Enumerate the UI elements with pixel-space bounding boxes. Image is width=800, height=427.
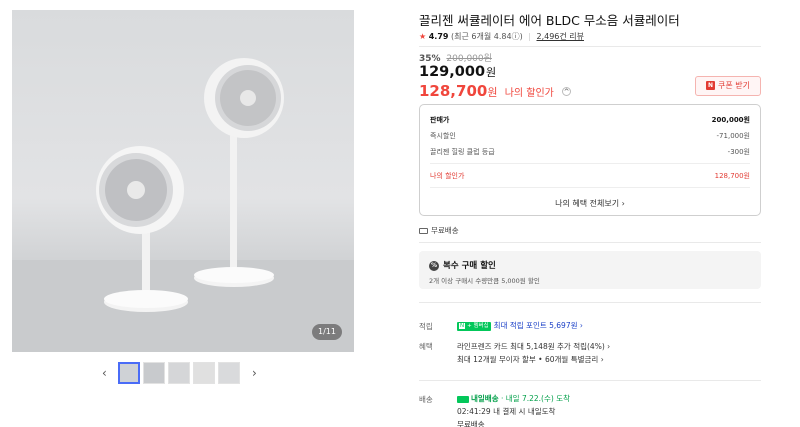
breakdown-final-label: 나의 할인가: [430, 172, 465, 180]
divider: [430, 163, 750, 164]
breakdown-label: 즉시할인: [430, 132, 456, 140]
benefit-card-link[interactable]: 라인프렌즈 카드 최대 5,148원 추가 적립(4%) ›: [457, 341, 610, 352]
breakdown-value: -300원: [727, 148, 750, 156]
breakdown-value: 200,000원: [711, 116, 750, 124]
multi-purchase-desc: 2개 이상 구매시 수량만큼 5,000원 할인: [429, 277, 540, 285]
tomorrow-label: 내일배송: [471, 394, 499, 403]
shipping-deadline: 02:41:29 내 결제 시 내일도착: [457, 407, 556, 416]
divider: [430, 187, 750, 188]
thumb-next-icon[interactable]: ›: [252, 366, 257, 380]
points-label: 적립: [419, 322, 433, 331]
npay-membership-badge: N + 멤버십: [457, 321, 491, 331]
divider: [419, 242, 761, 243]
percent-icon: %: [429, 260, 439, 271]
breakdown-row: 판매가 200,000원: [430, 115, 750, 125]
coupon-label: 쿠폰 받기: [718, 81, 750, 90]
main-product-image[interactable]: 1/11: [12, 10, 354, 352]
chevron-up-icon[interactable]: ^: [562, 87, 572, 96]
discount-line: 35% 200,000원: [419, 51, 492, 64]
divider: [419, 46, 761, 47]
multi-purchase-title: % 복수 구매 할인: [429, 259, 496, 271]
multi-purchase-title-text: 복수 구매 할인: [443, 261, 496, 271]
rating-recent[interactable]: (최근 6개월 4.84ⓘ): [451, 32, 523, 41]
my-price-label: 나의 할인가: [504, 88, 554, 99]
breakdown-final-value: 128,700원: [714, 172, 750, 180]
truck-icon: [457, 395, 469, 403]
max-points-link[interactable]: 최대 적립 포인트 5,697원 ›: [494, 321, 583, 330]
sale-price-unit: 원: [486, 66, 497, 79]
my-discount-price: 128,700원 나의 할인가 ^: [419, 82, 572, 100]
star-icon: ★: [419, 32, 427, 41]
shipping-tomorrow[interactable]: 내일배송 · 내일 7.22.(수) 도착: [457, 393, 570, 404]
rating-separator: |: [528, 32, 531, 41]
original-price: 200,000원: [446, 54, 492, 64]
naver-n-icon: N: [459, 322, 466, 329]
sale-price: 129,000원: [419, 64, 496, 80]
thumbnail[interactable]: [168, 362, 190, 384]
delivery-label: 무료배송: [431, 226, 459, 235]
my-price-unit: 원: [487, 86, 498, 99]
product-photo-fans: [12, 58, 354, 352]
review-count-link[interactable]: 2,496건 리뷰: [536, 32, 584, 41]
tomorrow-date: · 내일 7.22.(수) 도착: [501, 394, 570, 403]
benefit-installment-link[interactable]: 최대 12개월 무이자 할부 • 60개월 특별금리 ›: [457, 354, 604, 365]
breakdown-value: -71,000원: [716, 132, 750, 140]
truck-icon: [419, 228, 428, 234]
sale-price-value: 129,000: [419, 64, 486, 80]
thumbnail[interactable]: [118, 362, 140, 384]
thumbnail-strip: ‹ ›: [100, 360, 270, 388]
free-delivery: 무료배송: [419, 225, 459, 236]
rating-line: ★ 4.79 (최근 6개월 4.84ⓘ) | 2,496건 리뷰: [419, 31, 584, 42]
price-breakdown-box: 판매가 200,000원 즉시할인 -71,000원 끌리젠 힐링 클럽 등급 …: [419, 104, 761, 216]
thumbnail[interactable]: [143, 362, 165, 384]
tomorrow-delivery-badge: 내일배송: [457, 393, 499, 404]
breakdown-final-row: 나의 할인가 128,700원: [430, 171, 750, 181]
breakdown-label: 판매가: [430, 116, 450, 124]
benefits-label: 혜택: [419, 342, 433, 351]
all-benefits-link[interactable]: 나의 혜택 전체보기 ›: [420, 198, 760, 209]
points-value: N + 멤버십 최대 적립 포인트 5,697원 ›: [457, 320, 583, 331]
thumb-prev-icon[interactable]: ‹: [102, 366, 107, 380]
discount-rate: 35%: [419, 54, 441, 64]
image-counter: 1/11: [312, 324, 342, 340]
my-price-value: 128,700: [419, 82, 488, 100]
thumbnail[interactable]: [218, 362, 240, 384]
thumbnail[interactable]: [193, 362, 215, 384]
naver-n-icon: N: [706, 81, 715, 90]
shipping-free: 무료배송: [457, 420, 485, 427]
rating-score: 4.79: [428, 32, 449, 41]
divider: [419, 380, 761, 381]
shipping-label: 배송: [419, 395, 433, 404]
divider: [419, 302, 761, 303]
breakdown-label: 끌리젠 힐링 클럽 등급: [430, 148, 495, 156]
breakdown-row: 즉시할인 -71,000원: [430, 131, 750, 141]
coupon-button[interactable]: N 쿠폰 받기: [695, 76, 761, 96]
product-title: 끌리젠 써큘레이터 에어 BLDC 무소음 서큘레이터: [419, 13, 680, 28]
breakdown-row: 끌리젠 힐링 클럽 등급 -300원: [430, 147, 750, 157]
membership-badge-text: + 멤버십: [467, 322, 489, 329]
multi-purchase-box: % 복수 구매 할인 2개 이상 구매시 수량만큼 5,000원 할인: [419, 251, 761, 289]
